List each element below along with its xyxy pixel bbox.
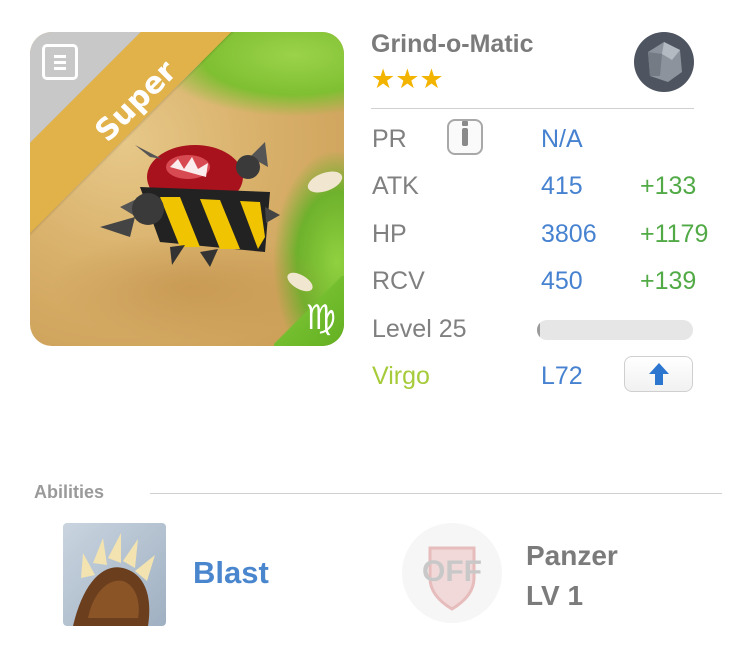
level-progress-bar [537, 320, 693, 340]
atk-label: ATK [372, 172, 419, 200]
blast-ability-name[interactable]: Blast [193, 555, 269, 591]
rcv-value: 450 [541, 267, 583, 295]
pr-label: PR [372, 125, 407, 153]
blast-ability-icon[interactable] [63, 523, 166, 626]
rock-element-icon [634, 32, 694, 92]
zodiac-level: L72 [541, 362, 583, 390]
rcv-label: RCV [372, 267, 425, 295]
virgo-icon: ♍ [305, 299, 336, 337]
pr-value: N/A [541, 125, 583, 153]
level-label: Level 25 [372, 315, 467, 343]
upgrade-button[interactable] [624, 356, 693, 392]
info-button[interactable] [447, 119, 483, 155]
star-rating: ★★★ [371, 64, 444, 94]
panzer-ability-name: Panzer [526, 540, 618, 571]
hp-label: HP [372, 220, 407, 248]
level-progress-fill [537, 320, 541, 340]
header-divider [371, 108, 694, 109]
document-icon [42, 44, 78, 80]
monster-name: Grind-o-Matic [371, 30, 534, 58]
zodiac-label: Virgo [372, 362, 430, 390]
ability-off-toggle[interactable]: OFF [402, 555, 502, 589]
atk-bonus: +133 [640, 172, 697, 200]
panzer-ability-level: LV 1 [526, 580, 584, 611]
atk-value: 415 [541, 172, 583, 200]
hp-bonus: +1179 [640, 220, 709, 248]
info-icon [462, 121, 468, 146]
rcv-bonus: +139 [640, 267, 697, 295]
abilities-title: Abilities [34, 482, 105, 502]
arrow-up-icon [648, 363, 669, 385]
abilities-divider [150, 493, 722, 494]
monster-card-art[interactable]: Super ♍ [30, 32, 344, 346]
hp-value: 3806 [541, 220, 597, 248]
